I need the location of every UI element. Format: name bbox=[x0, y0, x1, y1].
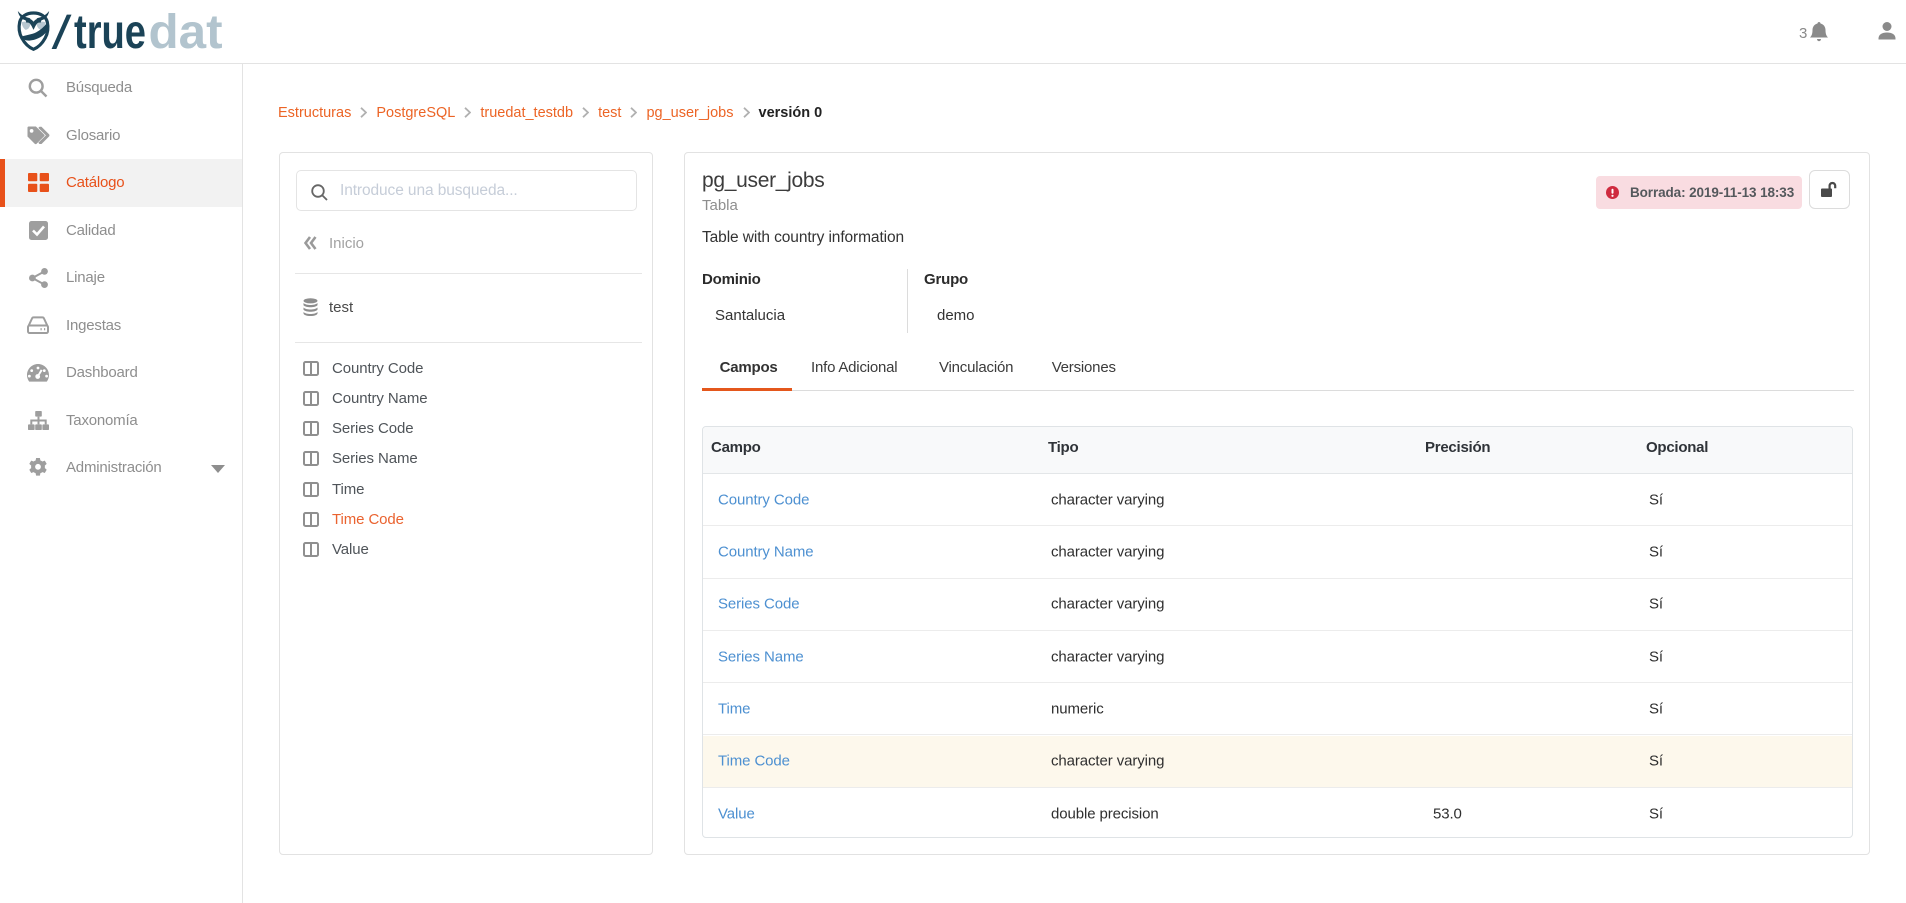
svg-text:dat: dat bbox=[149, 10, 223, 54]
svg-text:true: true bbox=[74, 10, 146, 54]
